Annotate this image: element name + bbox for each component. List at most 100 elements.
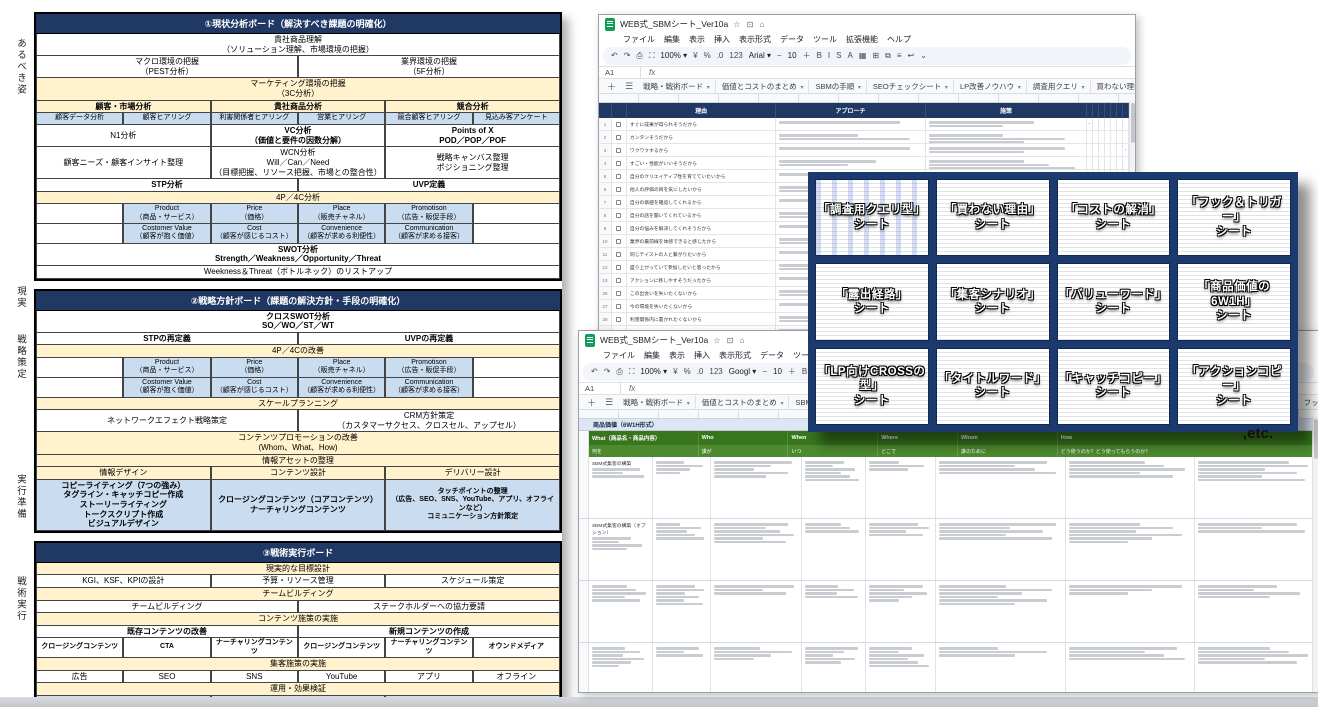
sheet-thumbnail-label: 「買わない理由」シート: [937, 180, 1049, 255]
sheet-tab[interactable]: 戦略・戦術ボード ▾: [618, 396, 696, 409]
row-checkbox[interactable]: [616, 317, 621, 322]
menu-ヘルプ[interactable]: ヘルプ: [887, 34, 911, 45]
sheet-tab[interactable]: SEOチェックシート ▾: [868, 80, 954, 93]
zoom-select[interactable]: 100% ▾: [640, 368, 667, 376]
text-line: [656, 534, 696, 537]
add-sheet-button[interactable]: ＋: [603, 80, 620, 93]
row-checkbox[interactable]: [616, 252, 621, 257]
undo-icon[interactable]: ↶: [611, 52, 618, 60]
decimal-icon[interactable]: .0: [717, 52, 724, 60]
font-size-value[interactable]: 10: [788, 52, 797, 60]
row-checkbox[interactable]: [616, 122, 621, 127]
row-checkbox[interactable]: [616, 148, 621, 153]
currency-icon[interactable]: ¥: [693, 52, 697, 60]
bold-icon[interactable]: B: [817, 52, 822, 60]
percent-icon[interactable]: %: [684, 368, 691, 376]
row-checkbox[interactable]: [616, 174, 621, 179]
strikethrough-icon[interactable]: S: [836, 52, 841, 60]
sheet-thumbnail-label: 「タイトルワード」シート: [937, 349, 1049, 424]
number-format-icon[interactable]: 123: [709, 368, 722, 376]
cell-name-box[interactable]: A1: [599, 67, 641, 78]
zoom-select[interactable]: 100% ▾: [660, 52, 687, 60]
borders-icon[interactable]: ⊞: [872, 52, 879, 60]
font-size-minus-icon[interactable]: −: [777, 52, 782, 60]
menu-挿入[interactable]: 挿入: [694, 350, 710, 361]
more-icon[interactable]: ⌄: [920, 52, 927, 60]
row-checkbox[interactable]: [616, 304, 621, 309]
paint-format-icon[interactable]: ⛶: [629, 368, 635, 376]
menu-表示[interactable]: 表示: [669, 350, 685, 361]
decimal-icon[interactable]: .0: [697, 368, 704, 376]
text-line: [779, 134, 857, 137]
sheet-tab[interactable]: LP改善ノウハウ ▾: [955, 80, 1027, 93]
text-color-icon[interactable]: A: [847, 52, 852, 60]
menu-表示形式[interactable]: 表示形式: [739, 34, 771, 45]
vertical-scrollbar[interactable]: [1312, 417, 1318, 692]
menu-表示形式[interactable]: 表示形式: [719, 350, 751, 361]
number-format-icon[interactable]: 123: [729, 52, 742, 60]
paint-format-icon[interactable]: ⛶: [649, 52, 655, 60]
menu-データ[interactable]: データ: [760, 350, 784, 361]
row-checkbox[interactable]: [616, 161, 621, 166]
measures-cell: [926, 157, 1087, 169]
menu-ファイル[interactable]: ファイル: [623, 34, 655, 45]
sheet-tab[interactable]: 価値とコストのまとめ ▾: [717, 80, 810, 93]
row-checkbox[interactable]: [616, 226, 621, 231]
font-size-plus-icon[interactable]: ＋: [788, 368, 796, 376]
redo-icon[interactable]: ↷: [604, 368, 611, 376]
currency-icon[interactable]: ¥: [673, 368, 677, 376]
menu-ファイル[interactable]: ファイル: [603, 350, 635, 361]
row-checkbox[interactable]: [616, 200, 621, 205]
row-checkbox[interactable]: [616, 187, 621, 192]
board-cell: 貴社商品理解 （ソリューション理解、市場環境の把握）: [36, 34, 560, 56]
redo-icon[interactable]: ↷: [624, 52, 631, 60]
sheet-tab[interactable]: SBMの手順 ▾: [810, 80, 866, 93]
row-checkbox[interactable]: [616, 278, 621, 283]
all-sheets-button[interactable]: ☰: [601, 397, 617, 408]
cell-name-box[interactable]: A1: [579, 383, 621, 394]
grid-row: 2カンタンそうだから: [599, 131, 1135, 144]
merge-icon[interactable]: ⧉: [885, 52, 891, 60]
align-icon[interactable]: ≡: [897, 52, 902, 60]
menu-編集[interactable]: 編集: [644, 350, 660, 361]
board-row: 4P／4Cの改善: [36, 345, 560, 358]
menu-編集[interactable]: 編集: [664, 34, 680, 45]
row-checkbox[interactable]: [616, 291, 621, 296]
sheet-tab[interactable]: 調査用クエリ ▾: [1028, 80, 1091, 93]
scrollbar-thumb[interactable]: [1314, 419, 1318, 459]
row-checkbox[interactable]: [616, 239, 621, 244]
all-sheets-button[interactable]: ☰: [621, 81, 637, 92]
titlebar-icons[interactable]: ☆ ⊡ ⌂: [713, 336, 746, 345]
wrap-icon[interactable]: ↩: [907, 52, 914, 60]
scrollbar-thumb[interactable]: [1131, 103, 1135, 143]
text-line: [929, 141, 1025, 143]
menu-データ[interactable]: データ: [780, 34, 804, 45]
italic-icon[interactable]: I: [828, 52, 830, 60]
sheet-tab[interactable]: 価値とコストのまとめ ▾: [697, 396, 790, 409]
font-size-minus-icon[interactable]: −: [762, 368, 767, 376]
menu-ツール[interactable]: ツール: [813, 34, 837, 45]
menu-挿入[interactable]: 挿入: [714, 34, 730, 45]
sheet-tab[interactable]: フック＆トリガー ▾: [1299, 396, 1318, 409]
sheet-tab[interactable]: 戦略・戦術ボード ▾: [638, 80, 716, 93]
font-size-plus-icon[interactable]: ＋: [803, 52, 811, 60]
row-checkbox[interactable]: [616, 213, 621, 218]
font-select[interactable]: Googl ▾: [729, 368, 757, 376]
board-row: Weekness＆Threat（ボトルネック）のリストアップ: [36, 266, 560, 279]
percent-icon[interactable]: %: [704, 52, 711, 60]
bold-icon[interactable]: B: [802, 368, 807, 376]
menu-拡張機能[interactable]: 拡張機能: [846, 34, 878, 45]
font-select[interactable]: Arial ▾: [749, 52, 771, 60]
print-icon[interactable]: ⎙: [636, 52, 642, 60]
menu-表示[interactable]: 表示: [689, 34, 705, 45]
print-icon[interactable]: ⎙: [616, 368, 622, 376]
font-size-value[interactable]: 10: [773, 368, 782, 376]
add-sheet-button[interactable]: ＋: [583, 396, 600, 409]
sheet-tab[interactable]: 買わない理由 ▾: [1092, 80, 1135, 93]
text-line: [656, 585, 696, 588]
row-checkbox[interactable]: [616, 135, 621, 140]
row-checkbox[interactable]: [616, 265, 621, 270]
fill-color-icon[interactable]: ▦: [859, 52, 867, 60]
titlebar-icons[interactable]: ☆ ⊡ ⌂: [733, 20, 766, 29]
undo-icon[interactable]: ↶: [591, 368, 598, 376]
